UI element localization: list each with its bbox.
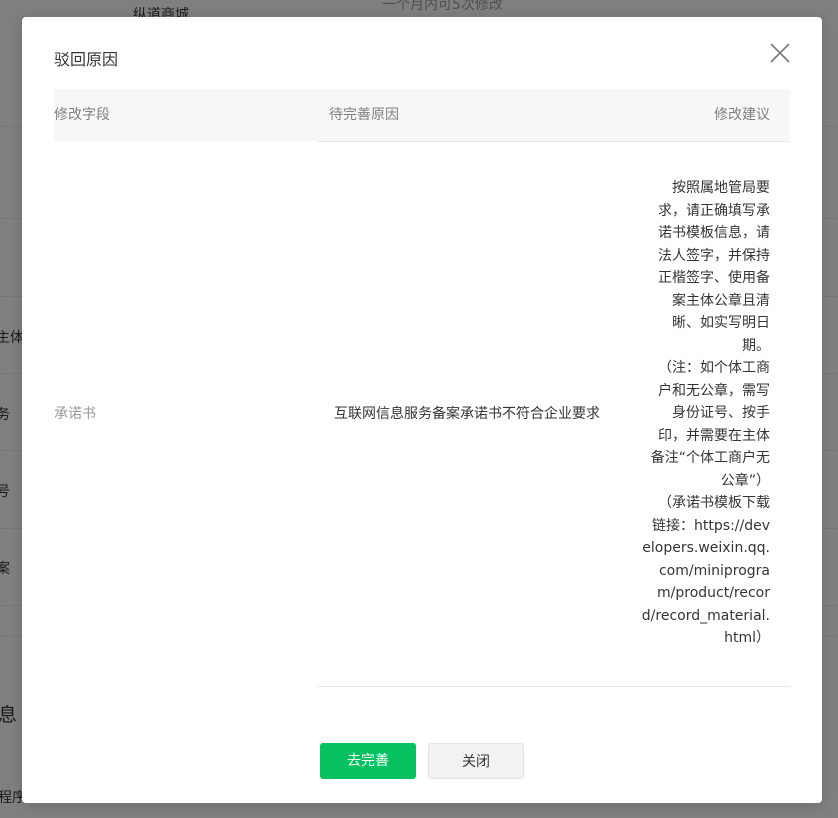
advice-line: 案主体公章且清 [672, 292, 770, 309]
advice-line: 印，并需要在主体 [658, 427, 770, 444]
advice-line: 法人签字，并保持 [658, 247, 770, 264]
table-row: 承诺书 互联网信息服务备案承诺书不符合企业要求 按照属地管局要 求，请正确填写承… [54, 141, 790, 687]
advice-line: com/miniprogra [658, 562, 770, 579]
advice-line: 公章”） [720, 472, 770, 489]
advice-line: html） [724, 630, 770, 646]
cell-reason: 互联网信息服务备案承诺书不符合企业要求 [334, 406, 600, 422]
complete-button[interactable]: 去完善 [320, 743, 416, 779]
advice-line: m/product/recor [657, 585, 770, 601]
advice-line: 链接：https://dev [652, 517, 770, 534]
row-divider [318, 686, 790, 687]
close-button[interactable]: 关闭 [428, 743, 524, 779]
advice-line: 备注“个体工商户无 [650, 450, 770, 466]
advice-line: 按照属地管局要 [672, 180, 770, 196]
header-reason: 待完善原因 [329, 107, 399, 123]
cell-advice: 按照属地管局要 求，请正确填写承 诺书模板信息，请 法人签字，并保持 正楷签字、… [640, 177, 770, 650]
advice-line: elopers.weixin.qq. [642, 540, 770, 556]
advice-line: 户和无公章，需写 [658, 382, 770, 399]
reject-reason-dialog: 驳回原因 修改字段 待完善原因 修改建议 承诺书 互联网信息服务备案承诺书不符合… [22, 17, 822, 803]
row-divider [318, 141, 790, 142]
cell-field: 承诺书 [54, 406, 96, 422]
advice-line: 求，请正确填写承 [658, 202, 770, 219]
advice-line: 期。 [742, 337, 770, 354]
dialog-title: 驳回原因 [54, 50, 119, 69]
advice-line: （承诺书模板下载 [658, 495, 770, 511]
table-header: 修改字段 待完善原因 修改建议 [54, 89, 790, 141]
advice-line: （注：如个体工商 [658, 360, 770, 376]
advice-line: d/record_material. [641, 607, 770, 624]
header-field: 修改字段 [54, 107, 110, 123]
advice-line: 身份证号、按手 [672, 405, 770, 421]
advice-line: 诺书模板信息，请 [658, 225, 770, 241]
advice-line: 晰、如实写明日 [672, 315, 770, 331]
advice-line: 正楷签字、使用备 [658, 270, 770, 286]
close-icon[interactable] [768, 41, 792, 65]
header-advice: 修改建议 [714, 107, 770, 123]
